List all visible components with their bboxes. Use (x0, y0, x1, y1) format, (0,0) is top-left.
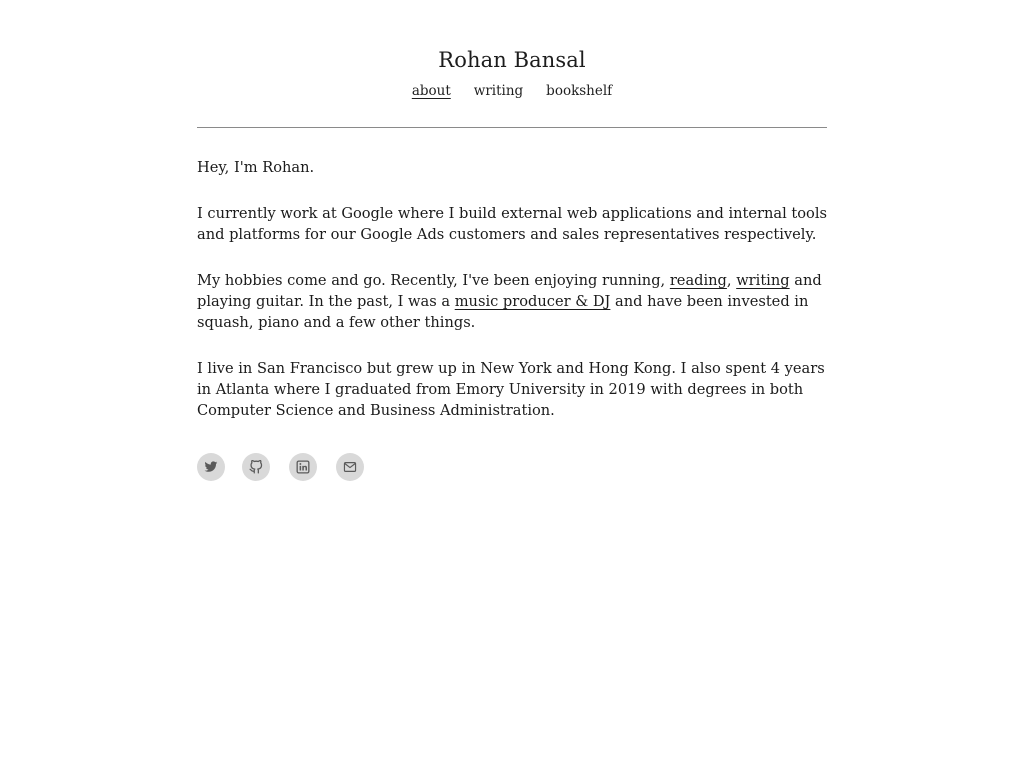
mail-icon (343, 460, 357, 474)
twitter-link[interactable] (197, 453, 225, 481)
main-nav: about writing bookshelf (197, 81, 827, 101)
greeting-paragraph: Hey, I'm Rohan. (197, 159, 315, 176)
music-producer-link[interactable]: music producer & DJ (455, 293, 611, 310)
linkedin-link[interactable] (289, 453, 317, 481)
nav-link-bookshelf[interactable]: bookshelf (546, 81, 612, 101)
twitter-icon (204, 460, 218, 474)
work-paragraph: I currently work at Google where I build… (197, 205, 827, 243)
nav-link-about[interactable]: about (412, 81, 451, 101)
email-link[interactable] (336, 453, 364, 481)
hobbies-intro-text: My hobbies come and go. Recently, I've b… (197, 272, 670, 289)
linkedin-icon (296, 460, 310, 474)
github-icon (249, 460, 263, 474)
writing-link[interactable]: writing (736, 272, 789, 289)
location-paragraph: I live in San Francisco but grew up in N… (197, 360, 825, 419)
reading-link[interactable]: reading (670, 272, 727, 289)
header-divider (197, 127, 827, 128)
site-title: Rohan Bansal (438, 48, 586, 72)
social-links (197, 453, 364, 481)
about-content: Hey, I'm Rohan. I currently work at Goog… (197, 157, 829, 446)
nav-link-writing[interactable]: writing (474, 81, 523, 101)
github-link[interactable] (242, 453, 270, 481)
hobbies-paragraph: My hobbies come and go. Recently, I've b… (197, 270, 829, 333)
hobbies-separator-text: , (726, 272, 737, 289)
